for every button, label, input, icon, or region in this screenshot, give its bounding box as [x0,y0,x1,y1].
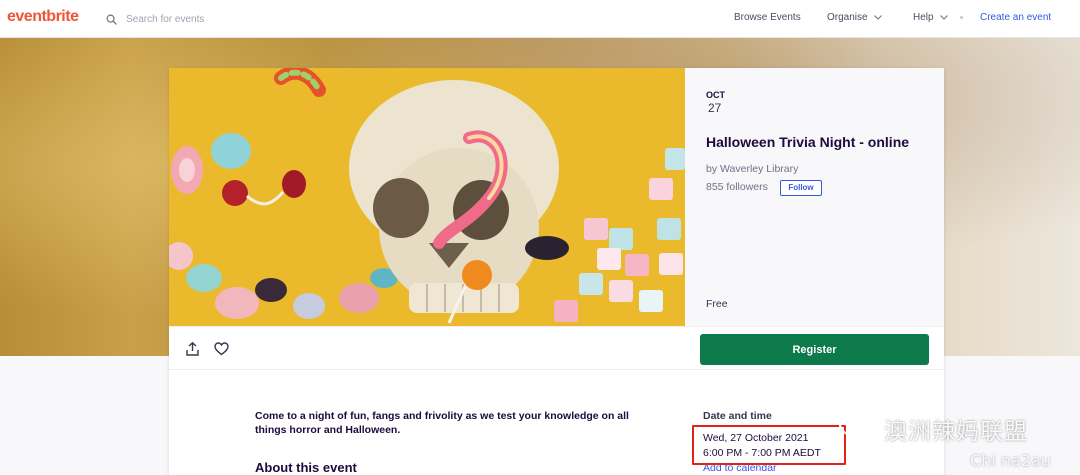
date-time-heading: Date and time [703,410,772,422]
chevron-down-icon [939,15,948,20]
follow-button[interactable]: Follow [780,180,822,196]
nav-divider-dot [960,16,963,19]
browse-events-link[interactable]: Browse Events [734,12,801,23]
event-day: 27 [708,101,722,115]
organizer-name[interactable]: by Waverley Library [706,163,798,175]
watermark-subtext: Chi na2au [970,451,1051,470]
event-month: OCT [706,90,725,100]
top-navigation: eventbrite Browse Events Organise Help C… [0,0,1080,38]
wechat-icon [838,411,877,443]
share-icon[interactable] [186,342,199,356]
organise-menu[interactable]: Organise [827,12,882,23]
chevron-down-icon [873,15,882,20]
event-summary-panel: OCT 27 Halloween Trivia Night - online b… [685,68,944,326]
organise-label: Organise [827,12,868,23]
event-hero-image [169,68,685,326]
followers-count: 855 followers [706,181,768,193]
watermark-text: 澳洲辣妈联盟 [884,419,1028,445]
help-label: Help [913,12,934,23]
search-bar[interactable] [106,10,286,28]
eventbrite-logo[interactable]: eventbrite [7,8,79,26]
skull-candy-illustration [169,68,685,326]
heart-icon[interactable] [214,342,229,356]
ticket-price: Free [706,298,728,310]
search-input[interactable] [126,13,286,25]
event-description: Come to a night of fun, fangs and frivol… [255,410,629,436]
about-heading: About this event [255,460,357,475]
create-event-link[interactable]: Create an event [980,12,1051,23]
help-menu[interactable]: Help [913,12,948,23]
search-icon [106,14,117,25]
event-card: OCT 27 Halloween Trivia Night - online b… [169,68,944,475]
register-button[interactable]: Register [700,334,929,365]
highlight-annotation-box [692,425,846,465]
event-title: Halloween Trivia Night - online [706,134,910,150]
action-bar: Register [169,326,944,370]
